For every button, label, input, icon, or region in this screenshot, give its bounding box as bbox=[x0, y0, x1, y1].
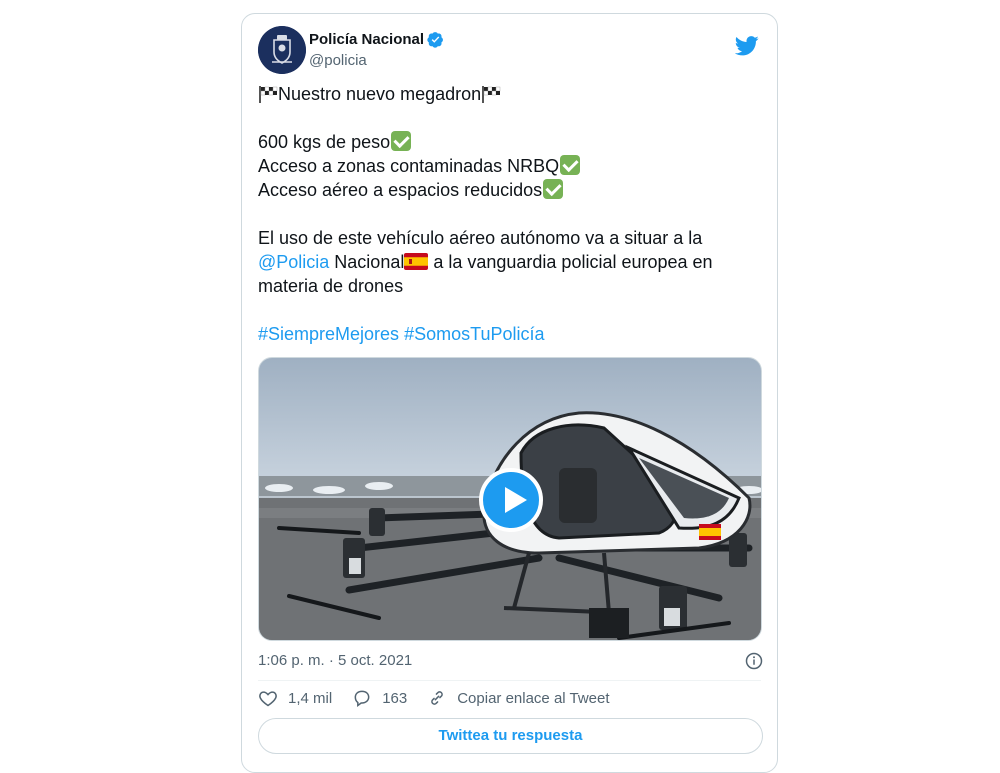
tweet-actions: 1,4 mil 163 Copiar enlace al Tweet bbox=[258, 688, 630, 708]
reply-button[interactable]: 163 bbox=[352, 688, 407, 708]
tweet-paragraph-text: El uso de este vehículo aéreo autónomo v… bbox=[258, 228, 703, 248]
check-mark-icon bbox=[391, 131, 412, 151]
verified-badge-icon bbox=[427, 32, 443, 48]
copy-link-label: Copiar enlace al Tweet bbox=[457, 689, 610, 707]
tweet-line-nrbq: Acceso a zonas contaminadas NRBQ bbox=[258, 156, 560, 176]
tweet-line-aerial: Acceso aéreo a espacios reducidos bbox=[258, 180, 543, 200]
info-icon[interactable] bbox=[745, 652, 763, 670]
heart-icon bbox=[259, 691, 277, 707]
tweet-text: Nuestro nuevo megadron 600 kgs de peso A… bbox=[258, 82, 763, 346]
spain-flag-icon bbox=[404, 253, 429, 270]
like-button[interactable]: 1,4 mil bbox=[258, 688, 332, 708]
tweet-header: Policía Nacional @policia bbox=[258, 26, 761, 76]
author-handle[interactable]: @policia bbox=[309, 52, 367, 69]
chequered-flag-icon bbox=[482, 86, 501, 103]
tweet-paragraph: El uso de este vehículo aéreo autónomo v… bbox=[258, 226, 763, 298]
hashtag-link[interactable]: #SomosTuPolicía bbox=[404, 324, 544, 344]
hashtag-link[interactable]: #SiempreMejores bbox=[258, 324, 399, 344]
tweet-paragraph-text: a la vanguardia policial europea en bbox=[428, 252, 713, 272]
play-icon[interactable] bbox=[479, 468, 543, 532]
divider bbox=[258, 680, 761, 681]
reply-count: 163 bbox=[382, 689, 408, 707]
video-thumbnail[interactable] bbox=[258, 357, 762, 641]
tweet-card: Policía Nacional @policia Nuestro nuevo … bbox=[241, 13, 778, 773]
author-name[interactable]: Policía Nacional bbox=[309, 31, 424, 48]
tweet-paragraph-text: Nacional bbox=[329, 252, 405, 272]
check-mark-icon bbox=[560, 155, 581, 175]
reply-tweet-button[interactable]: Twittea tu respuesta bbox=[258, 718, 763, 754]
chequered-flag-icon bbox=[259, 86, 278, 103]
timestamp[interactable]: 1:06 p. m. · 5 oct. 2021 bbox=[258, 652, 412, 669]
check-mark-icon bbox=[543, 179, 564, 199]
link-icon bbox=[431, 691, 444, 705]
like-count: 1,4 mil bbox=[288, 689, 333, 707]
twitter-bird-icon[interactable] bbox=[735, 36, 759, 56]
copy-link-button[interactable]: Copiar enlace al Tweet bbox=[427, 688, 610, 708]
avatar[interactable] bbox=[258, 26, 306, 74]
mention-link[interactable]: @Policia bbox=[258, 252, 329, 272]
reply-bubble-icon bbox=[354, 690, 370, 707]
tweet-line-weight: 600 kgs de peso bbox=[258, 132, 391, 152]
tweet-paragraph-text: materia de drones bbox=[258, 276, 404, 296]
tweet-meta: 1:06 p. m. · 5 oct. 2021 bbox=[258, 652, 763, 670]
tweet-line-title: Nuestro nuevo megadron bbox=[278, 84, 482, 104]
